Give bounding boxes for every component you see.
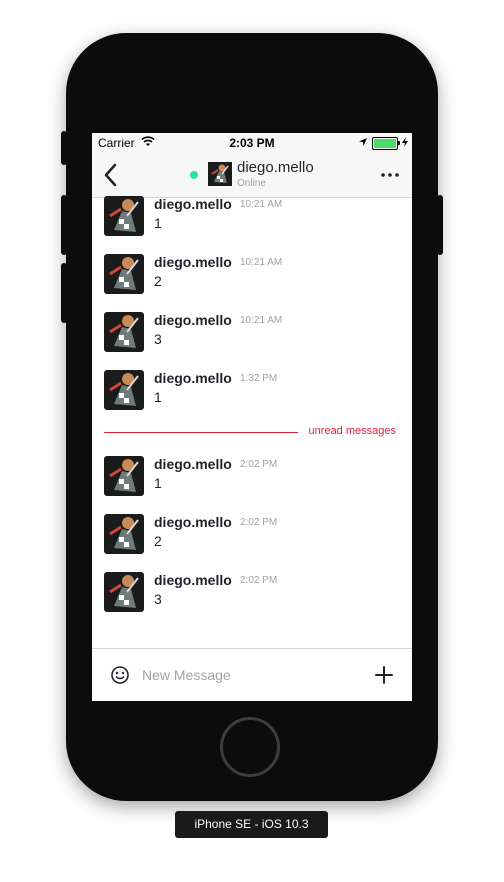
message-time: 2:02 PM bbox=[240, 517, 278, 528]
message-item[interactable]: diego.mello 10:21 AM 2 bbox=[104, 254, 404, 296]
plus-icon[interactable] bbox=[374, 665, 394, 685]
user-avatar[interactable] bbox=[104, 514, 144, 554]
phone-screen: Carrier 2:03 PM diego.mello Online diego… bbox=[92, 133, 412, 701]
message-input[interactable] bbox=[142, 663, 362, 687]
emoji-icon[interactable] bbox=[110, 665, 130, 685]
message-composer bbox=[92, 648, 412, 701]
message-item[interactable]: diego.mello 2:02 PM 1 bbox=[104, 456, 404, 498]
device-label: iPhone SE - iOS 10.3 bbox=[175, 811, 328, 838]
message-time: 10:21 AM bbox=[240, 199, 283, 210]
message-text: 3 bbox=[154, 331, 162, 347]
more-options-icon[interactable] bbox=[380, 165, 400, 185]
message-text: 1 bbox=[154, 215, 162, 231]
message-time: 10:21 AM bbox=[240, 315, 283, 326]
status-bar: Carrier 2:03 PM bbox=[92, 133, 412, 153]
message-username[interactable]: diego.mello bbox=[154, 196, 232, 212]
user-avatar[interactable] bbox=[104, 572, 144, 612]
message-item[interactable]: diego.mello 10:21 AM 1 bbox=[104, 196, 404, 238]
volume-down-button bbox=[61, 263, 67, 323]
message-list[interactable]: diego.mello 10:21 AM 1 diego.mello 10:21… bbox=[92, 196, 412, 648]
message-item[interactable]: diego.mello 2:02 PM 3 bbox=[104, 572, 404, 614]
back-chevron-icon[interactable] bbox=[100, 160, 124, 190]
user-avatar[interactable] bbox=[104, 196, 144, 236]
message-text: 2 bbox=[154, 533, 162, 549]
message-username[interactable]: diego.mello bbox=[154, 456, 232, 472]
unread-separator-line bbox=[104, 432, 298, 433]
message-time: 2:02 PM bbox=[240, 459, 278, 470]
message-text: 2 bbox=[154, 273, 162, 289]
unread-messages-separator: unread messages bbox=[104, 425, 396, 439]
header-status: Online bbox=[237, 178, 266, 189]
battery-icon bbox=[372, 136, 400, 150]
message-time: 10:21 AM bbox=[240, 257, 283, 268]
user-avatar[interactable] bbox=[104, 370, 144, 410]
user-avatar[interactable] bbox=[104, 312, 144, 352]
header-avatar[interactable] bbox=[208, 162, 232, 186]
message-time: 2:02 PM bbox=[240, 575, 278, 586]
message-text: 3 bbox=[154, 591, 162, 607]
message-item[interactable]: diego.mello 1:32 PM 1 bbox=[104, 370, 404, 412]
message-item[interactable]: diego.mello 2:02 PM 2 bbox=[104, 514, 404, 556]
home-button[interactable] bbox=[220, 717, 280, 777]
power-button bbox=[437, 195, 443, 255]
message-item[interactable]: diego.mello 10:21 AM 3 bbox=[104, 312, 404, 354]
message-username[interactable]: diego.mello bbox=[154, 514, 232, 530]
charging-bolt-icon bbox=[402, 136, 408, 150]
message-username[interactable]: diego.mello bbox=[154, 370, 232, 386]
unread-separator-label: unread messages bbox=[308, 425, 396, 437]
status-right bbox=[358, 136, 408, 150]
user-avatar[interactable] bbox=[104, 254, 144, 294]
online-status-dot bbox=[190, 171, 198, 179]
message-username[interactable]: diego.mello bbox=[154, 312, 232, 328]
battery-level bbox=[374, 138, 396, 148]
user-avatar[interactable] bbox=[104, 456, 144, 496]
nav-bar: diego.mello Online bbox=[92, 153, 412, 198]
message-text: 1 bbox=[154, 475, 162, 491]
message-time: 1:32 PM bbox=[240, 373, 278, 384]
mute-switch bbox=[61, 131, 67, 165]
header-title[interactable]: diego.mello bbox=[237, 159, 314, 176]
message-text: 1 bbox=[154, 389, 162, 405]
message-username[interactable]: diego.mello bbox=[154, 254, 232, 270]
volume-up-button bbox=[61, 195, 67, 255]
location-arrow-icon bbox=[358, 136, 368, 150]
message-username[interactable]: diego.mello bbox=[154, 572, 232, 588]
